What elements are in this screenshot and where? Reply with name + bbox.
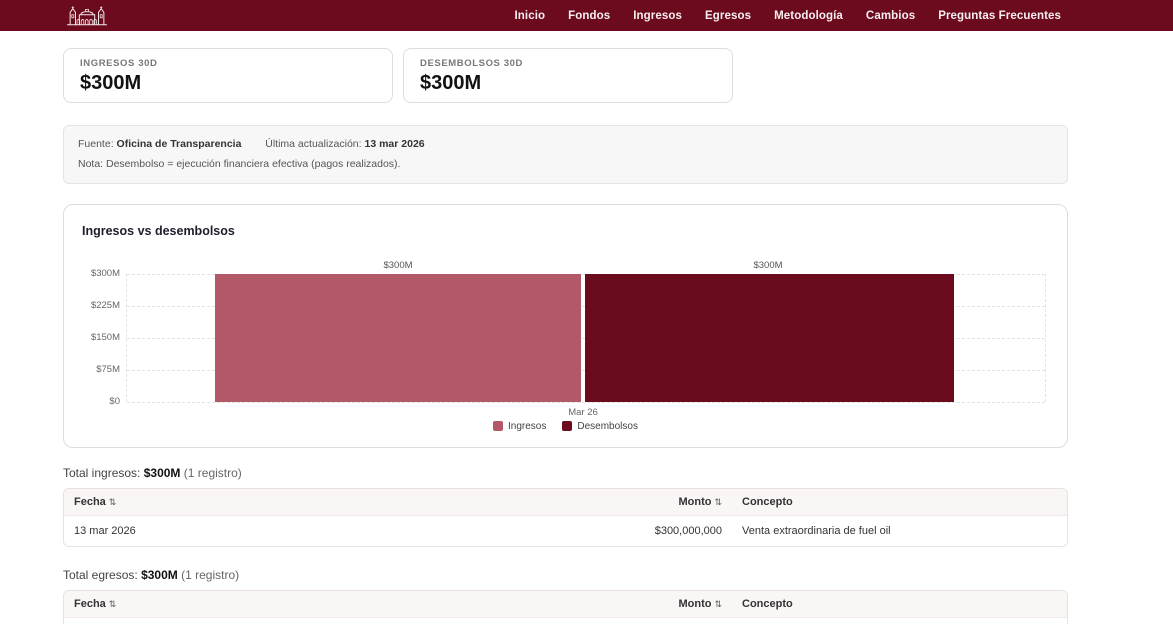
legend-swatch-ingresos bbox=[493, 421, 503, 431]
gridline bbox=[127, 402, 1045, 403]
total-value: $300M bbox=[141, 568, 178, 582]
col-header-monto[interactable]: Monto⇅ bbox=[562, 591, 732, 617]
fuente-value: Oficina de Transparencia bbox=[117, 138, 242, 150]
legend-label: Ingresos bbox=[508, 421, 546, 432]
stat-label: INGRESOS 30D bbox=[80, 58, 376, 69]
stat-cards-row: INGRESOS 30D $300M DESEMBOLSOS 30D $300M bbox=[63, 48, 1068, 103]
nav-egresos[interactable]: Egresos bbox=[705, 10, 751, 22]
total-count: (1 registro) bbox=[181, 568, 239, 582]
col-label: Concepto bbox=[742, 598, 793, 610]
ingresos-table: Fecha⇅ Monto⇅ Concepto 13 mar 2026 $300,… bbox=[63, 488, 1068, 547]
updated-label: Última actualización: bbox=[265, 138, 361, 150]
chart-card: Ingresos vs desembolsos $300M $225M $150… bbox=[63, 204, 1068, 448]
chart-plot-area: $300M $300M Mar 26 bbox=[126, 274, 1046, 402]
y-tick-300m: $300M bbox=[64, 268, 120, 279]
sort-icon: ⇅ bbox=[714, 599, 722, 609]
col-label: Fecha bbox=[74, 598, 106, 610]
nav-ingresos[interactable]: Ingresos bbox=[633, 10, 682, 22]
sort-icon: ⇅ bbox=[109, 497, 117, 507]
y-tick-0: $0 bbox=[64, 396, 120, 407]
total-egresos-line: Total egresos: $300M (1 registro) bbox=[63, 568, 1068, 582]
cell-monto: $300,000,000 bbox=[562, 618, 732, 624]
table-header-row: Fecha⇅ Monto⇅ Concepto bbox=[64, 489, 1067, 515]
source-note-box: Fuente: Oficina de Transparencia Última … bbox=[63, 125, 1068, 184]
note-line: Nota: Desembolso = ejecución financiera … bbox=[78, 154, 1053, 174]
col-label: Fecha bbox=[74, 496, 106, 508]
sort-icon: ⇅ bbox=[714, 497, 722, 507]
table-header-row: Fecha⇅ Monto⇅ Concepto bbox=[64, 591, 1067, 617]
stat-label: DESEMBOLSOS 30D bbox=[420, 58, 716, 69]
col-header-fecha[interactable]: Fecha⇅ bbox=[64, 591, 562, 617]
col-header-fecha[interactable]: Fecha⇅ bbox=[64, 489, 562, 515]
col-label: Monto bbox=[678, 496, 711, 508]
total-ingresos-line: Total ingresos: $300M (1 registro) bbox=[63, 466, 1068, 480]
col-header-monto[interactable]: Monto⇅ bbox=[562, 489, 732, 515]
government-building-logo bbox=[64, 3, 110, 28]
egresos-table: Fecha⇅ Monto⇅ Concepto 13 mar 2026 $300,… bbox=[63, 590, 1068, 624]
legend-item-ingresos[interactable]: Ingresos bbox=[493, 421, 546, 432]
y-tick-150m: $150M bbox=[64, 332, 120, 343]
total-count: (1 registro) bbox=[184, 466, 242, 480]
nav-preguntas-frecuentes[interactable]: Preguntas Frecuentes bbox=[938, 10, 1061, 22]
cell-concepto: Venta extraordinaria de fuel oil bbox=[732, 516, 1067, 546]
legend-item-desembolsos[interactable]: Desembolsos bbox=[562, 421, 638, 432]
fuente-label: Fuente: bbox=[78, 138, 114, 150]
nav-inicio[interactable]: Inicio bbox=[515, 10, 546, 22]
nav-cambios[interactable]: Cambios bbox=[866, 10, 915, 22]
table-row: 13 mar 2026 $300,000,000 Aumento del ing… bbox=[64, 617, 1067, 624]
bar-value-label-desembolsos: $300M bbox=[723, 260, 813, 271]
chart-title: Ingresos vs desembolsos bbox=[82, 224, 235, 238]
nav-metodologia[interactable]: Metodología bbox=[774, 10, 843, 22]
stat-card-ingresos-30d: INGRESOS 30D $300M bbox=[63, 48, 393, 103]
chart-legend: Ingresos Desembolsos bbox=[64, 421, 1067, 432]
cell-concepto: Aumento del ingreso minimo integral bbox=[732, 618, 1067, 624]
sort-icon: ⇅ bbox=[109, 599, 117, 609]
cell-fecha: 13 mar 2026 bbox=[64, 516, 562, 546]
total-label: Total ingresos: bbox=[63, 466, 140, 480]
col-header-concepto: Concepto bbox=[732, 591, 1067, 617]
total-label: Total egresos: bbox=[63, 568, 138, 582]
top-navigation-bar: Inicio Fondos Ingresos Egresos Metodolog… bbox=[0, 0, 1173, 31]
cell-monto: $300,000,000 bbox=[562, 516, 732, 546]
table-row: 13 mar 2026 $300,000,000 Venta extraordi… bbox=[64, 515, 1067, 546]
stat-value: $300M bbox=[420, 72, 716, 95]
y-tick-225m: $225M bbox=[64, 300, 120, 311]
legend-label: Desembolsos bbox=[577, 421, 638, 432]
total-value: $300M bbox=[144, 466, 181, 480]
stat-value: $300M bbox=[80, 72, 376, 95]
col-label: Monto bbox=[678, 598, 711, 610]
y-tick-75m: $75M bbox=[64, 364, 120, 375]
updated-value: 13 mar 2026 bbox=[364, 138, 424, 150]
source-line: Fuente: Oficina de Transparencia Última … bbox=[78, 134, 1053, 154]
col-label: Concepto bbox=[742, 496, 793, 508]
x-tick-mar26: Mar 26 bbox=[543, 407, 623, 418]
col-header-concepto: Concepto bbox=[732, 489, 1067, 515]
main-nav: Inicio Fondos Ingresos Egresos Metodolog… bbox=[515, 10, 1062, 22]
bar-ingresos[interactable] bbox=[215, 274, 581, 402]
bar-value-label-ingresos: $300M bbox=[353, 260, 443, 271]
nav-fondos[interactable]: Fondos bbox=[568, 10, 610, 22]
cell-fecha: 13 mar 2026 bbox=[64, 618, 562, 624]
legend-swatch-desembolsos bbox=[562, 421, 572, 431]
bar-desembolsos[interactable] bbox=[585, 274, 954, 402]
stat-card-desembolsos-30d: DESEMBOLSOS 30D $300M bbox=[403, 48, 733, 103]
